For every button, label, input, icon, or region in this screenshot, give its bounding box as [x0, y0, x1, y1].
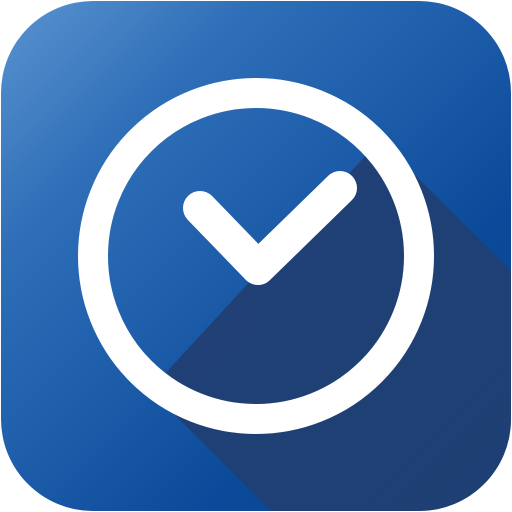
- app-icon[interactable]: [0, 0, 512, 512]
- app-icon-graphic: [1, 1, 511, 511]
